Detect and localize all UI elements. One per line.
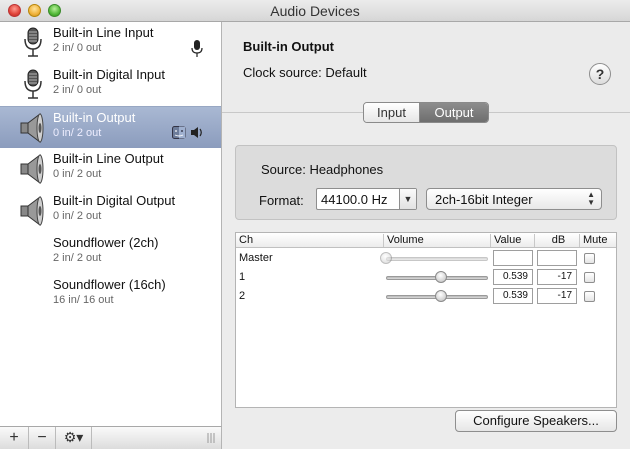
- table-row: Master: [236, 249, 616, 268]
- system-output-finder-icon: [172, 126, 186, 139]
- bit-format-popup[interactable]: 2ch-16bit Integer ▲ ▼: [426, 188, 602, 210]
- device-io-count: 2 in/ 2 out: [53, 252, 102, 264]
- source-value: Headphones: [309, 162, 384, 177]
- add-device-button[interactable]: +: [0, 427, 29, 449]
- gear-menu-button[interactable]: ⚙▾: [56, 427, 92, 449]
- window-title: Audio Devices: [270, 3, 360, 19]
- device-name: Built-in Line Output: [53, 151, 164, 166]
- format-label: Format:: [259, 193, 304, 208]
- volume-value-field[interactable]: 0.539: [493, 269, 533, 285]
- remove-device-button[interactable]: −: [29, 427, 56, 449]
- sample-rate-value: 44100.0 Hz: [321, 192, 388, 207]
- device-name: Built-in Line Input: [53, 25, 154, 40]
- source: Source: Headphones: [261, 162, 383, 177]
- device-name: Built-in Output: [53, 110, 136, 125]
- device-io-count: 0 in/ 2 out: [53, 210, 102, 222]
- device-list-item[interactable]: Soundflower (16ch) 16 in/ 16 out: [0, 274, 221, 316]
- volume-slider-knob[interactable]: [435, 290, 447, 302]
- device-header: Built-in Output Clock source: Default ?: [222, 22, 630, 113]
- device-list-item[interactable]: Built-in Digital Output 0 in/ 2 out: [0, 190, 221, 232]
- mute-checkbox[interactable]: [584, 291, 595, 302]
- volume-db-field[interactable]: -17: [537, 288, 577, 304]
- microphone-icon: [18, 26, 48, 60]
- volume-value-field[interactable]: [493, 250, 533, 266]
- source-label: Source:: [261, 162, 306, 177]
- clock-source: Clock source: Default: [243, 65, 367, 80]
- device-io-count: 0 in/ 2 out: [53, 127, 102, 139]
- device-name: Soundflower (2ch): [53, 235, 159, 250]
- device-io-count: 0 in/ 2 out: [53, 168, 102, 180]
- device-io-count: 2 in/ 0 out: [53, 84, 102, 96]
- microphone-icon: [18, 68, 48, 102]
- volume-slider-knob[interactable]: [380, 252, 392, 264]
- device-io-count: 2 in/ 0 out: [53, 42, 102, 54]
- device-detail-panel: Built-in Output Clock source: Default ? …: [222, 22, 630, 449]
- clock-source-value: Default: [325, 65, 367, 80]
- updown-arrows-icon: ▲ ▼: [587, 190, 595, 207]
- configure-speakers-button[interactable]: Configure Speakers...: [455, 410, 617, 432]
- format-group: Source: Headphones Format: 44100.0 Hz ▼ …: [235, 145, 617, 220]
- speaker-icon: [18, 152, 48, 186]
- channel-label: 1: [239, 271, 246, 283]
- speaker-icon: [18, 111, 48, 145]
- volume-db-field[interactable]: -17: [537, 269, 577, 285]
- mute-checkbox[interactable]: [584, 272, 595, 283]
- device-name: Built-in Digital Input: [53, 67, 165, 82]
- volume-slider-knob[interactable]: [435, 271, 447, 283]
- clock-source-label: Clock source:: [243, 65, 322, 80]
- table-header: Ch Volume Value dB Mute: [236, 233, 616, 248]
- device-list-item[interactable]: Built-in Digital Input 2 in/ 0 out: [0, 64, 221, 106]
- device-list-item[interactable]: Built-in Line Output 0 in/ 2 out: [0, 148, 221, 190]
- device-name: Built-in Digital Output: [53, 193, 176, 208]
- device-name: Soundflower (16ch): [53, 277, 166, 292]
- device-list-toolbar: + − ⚙▾: [0, 426, 222, 449]
- bit-format-value: 2ch-16bit Integer: [435, 192, 533, 207]
- table-row: 2 0.539 -17: [236, 287, 616, 306]
- tab-output[interactable]: Output: [420, 103, 488, 122]
- default-output-speaker-icon: [190, 126, 204, 139]
- device-io-count: 16 in/ 16 out: [53, 294, 114, 306]
- speaker-icon: [18, 194, 48, 228]
- device-title: Built-in Output: [243, 39, 334, 54]
- column-ch: Ch: [239, 234, 254, 246]
- sample-rate-combo[interactable]: 44100.0 Hz ▼: [316, 188, 417, 210]
- input-output-tabs: Input Output: [363, 102, 489, 123]
- column-db: dB: [534, 234, 579, 247]
- resize-grip-icon[interactable]: [207, 433, 215, 443]
- mute-checkbox[interactable]: [584, 253, 595, 264]
- default-input-microphone-icon: [191, 40, 203, 58]
- column-mute: Mute: [579, 234, 616, 247]
- column-volume: Volume: [383, 234, 490, 247]
- device-list-item[interactable]: Built-in Output 0 in/ 2 out: [0, 106, 221, 148]
- volume-value-field[interactable]: 0.539: [493, 288, 533, 304]
- volume-db-field[interactable]: [537, 250, 577, 266]
- chevron-down-icon[interactable]: ▼: [399, 189, 416, 209]
- title-bar: Audio Devices: [0, 0, 630, 22]
- table-row: 1 0.539 -17: [236, 268, 616, 287]
- device-list: Built-in Line Input 2 in/ 0 out Built-in D…: [0, 22, 222, 426]
- device-list-item[interactable]: Built-in Line Input 2 in/ 0 out: [0, 22, 221, 64]
- tab-input[interactable]: Input: [364, 103, 420, 122]
- channel-label: Master: [239, 252, 273, 264]
- device-list-item[interactable]: Soundflower (2ch) 2 in/ 2 out: [0, 232, 221, 274]
- volume-table: Ch Volume Value dB Mute Master 1 0.539 -17 2…: [235, 232, 617, 408]
- volume-slider[interactable]: [386, 257, 488, 261]
- help-button[interactable]: ?: [589, 63, 611, 85]
- channel-label: 2: [239, 290, 246, 302]
- column-value: Value: [490, 234, 534, 247]
